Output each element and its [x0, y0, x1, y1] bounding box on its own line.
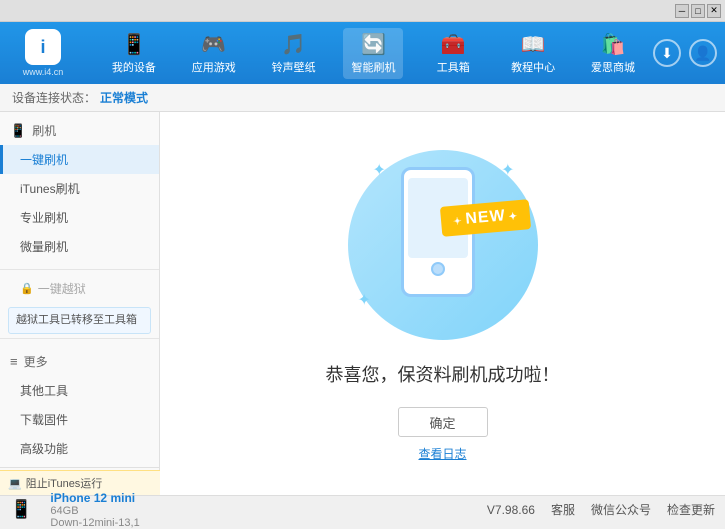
sidebar: 📱 刷机 一键刷机 iTunes刷机 专业刷机 微量刷机 🔒 [0, 112, 160, 495]
download-firmware-label: 下载固件 [20, 413, 68, 427]
nav-items: 📱 我的设备 🎮 应用游戏 🎵 铃声壁纸 🔄 智能刷机 🧰 工具箱 📖 [94, 28, 653, 79]
divider-2 [0, 338, 159, 339]
phone-home-btn [431, 262, 445, 276]
more-section-icon: ≡ [10, 354, 18, 369]
itunes-flash-label: iTunes刷机 [20, 182, 80, 196]
flash-section-icon: 📱 [10, 123, 26, 139]
my-device-icon: 📱 [121, 32, 146, 57]
close-btn[interactable]: ✕ [707, 4, 721, 18]
maximize-btn[interactable]: □ [691, 4, 705, 18]
jailbreak-section: 🔒 一键越狱 [0, 274, 159, 303]
nav-smart-flash[interactable]: 🔄 智能刷机 [343, 28, 403, 79]
divider-1 [0, 269, 159, 270]
jailbreak-notice: 越狱工具已转移至工具箱 [8, 307, 151, 334]
logo-char: i [40, 37, 45, 58]
sidebar-micro-flash[interactable]: 微量刷机 [0, 232, 159, 261]
jailbreak-notice-text: 越狱工具已转移至工具箱 [16, 314, 137, 326]
ringtone-icon: 🎵 [281, 32, 306, 57]
jailbreak-label: 一键越狱 [38, 280, 86, 297]
toolbox-icon: 🧰 [441, 32, 466, 57]
check-update-link[interactable]: 检查更新 [667, 501, 715, 518]
bottom-right: V7.98.66 客服 微信公众号 检查更新 [487, 501, 715, 518]
itunes-notice-text: 阻止iTunes运行 [26, 475, 103, 491]
nav-right: ⬇ 👤 [653, 39, 717, 67]
apps-games-label: 应用游戏 [192, 59, 236, 75]
more-section: ≡ 更多 其他工具 下载固件 高级功能 [0, 343, 159, 467]
customer-service-link[interactable]: 客服 [551, 501, 575, 518]
sidebar-advanced[interactable]: 高级功能 [0, 434, 159, 463]
status-bar: 设备连接状态： 正常模式 [0, 84, 725, 112]
status-label: 设备连接状态： [12, 89, 96, 106]
user-btn[interactable]: 👤 [689, 39, 717, 67]
nav-apps-games[interactable]: 🎮 应用游戏 [184, 28, 244, 79]
apps-games-icon: 🎮 [201, 32, 226, 57]
tutorials-label: 教程中心 [511, 59, 555, 75]
bottom-bar: 📱 iPhone 12 mini 64GB Down-12mini-13,1 V… [0, 495, 725, 523]
minimize-btn[interactable]: ─ [675, 4, 689, 18]
sidebar-download-firmware[interactable]: 下载固件 [0, 405, 159, 434]
more-section-label: 更多 [24, 353, 48, 370]
sparkle-3: ✦ [358, 290, 371, 310]
sidebar-pro-flash[interactable]: 专业刷机 [0, 203, 159, 232]
device-storage: 64GB [50, 505, 139, 517]
pro-flash-label: 专业刷机 [20, 211, 68, 225]
confirm-button[interactable]: 确定 [398, 407, 488, 437]
nav-tutorials[interactable]: 📖 教程中心 [503, 28, 563, 79]
content-wrapper: 📱 刷机 一键刷机 iTunes刷机 专业刷机 微量刷机 🔒 [0, 112, 725, 495]
version-text: V7.98.66 [487, 503, 535, 517]
nav-my-device[interactable]: 📱 我的设备 [104, 28, 164, 79]
nav-mall[interactable]: 🛍️ 爱思商城 [583, 28, 643, 79]
nav-ringtone[interactable]: 🎵 铃声壁纸 [264, 28, 324, 79]
sidebar-other-tools[interactable]: 其他工具 [0, 376, 159, 405]
lock-icon: 🔒 [20, 282, 34, 295]
more-section-title: ≡ 更多 [0, 347, 159, 376]
one-click-flash-label: 一键刷机 [20, 153, 68, 167]
nav-toolbox[interactable]: 🧰 工具箱 [423, 28, 483, 79]
itunes-notice-icon: 💻 [8, 477, 22, 490]
sidebar-one-click-flash[interactable]: 一键刷机 [0, 145, 159, 174]
mall-icon: 🛍️ [601, 32, 626, 57]
toolbox-label: 工具箱 [437, 59, 470, 75]
advanced-label: 高级功能 [20, 442, 68, 456]
logo-icon: i [25, 29, 61, 65]
top-nav: i www.i4.cn 📱 我的设备 🎮 应用游戏 🎵 铃声壁纸 🔄 智能刷机 [0, 22, 725, 84]
window-controls: ─ □ ✕ [675, 4, 721, 18]
wechat-link[interactable]: 微信公众号 [591, 501, 651, 518]
logo-area: i www.i4.cn [8, 29, 78, 77]
logo-url: www.i4.cn [23, 67, 64, 77]
device-name: iPhone 12 mini [50, 491, 139, 505]
view-log-link[interactable]: 查看日志 [418, 445, 466, 462]
download-btn[interactable]: ⬇ [653, 39, 681, 67]
flash-section-title: 📱 刷机 [0, 116, 159, 145]
smart-flash-label: 智能刷机 [351, 59, 395, 75]
ringtone-label: 铃声壁纸 [272, 59, 316, 75]
tutorials-icon: 📖 [521, 32, 546, 57]
status-value: 正常模式 [100, 89, 148, 106]
device-icon: 📱 [10, 499, 32, 520]
micro-flash-label: 微量刷机 [20, 240, 68, 254]
title-bar: ─ □ ✕ [0, 0, 725, 22]
smart-flash-icon: 🔄 [361, 32, 386, 57]
sidebar-itunes-flash[interactable]: iTunes刷机 [0, 174, 159, 203]
phone-illustration: NEW ✦ ✦ ✦ [343, 145, 543, 345]
other-tools-label: 其他工具 [20, 384, 68, 398]
success-text: 恭喜您，保资料刷机成功啦！ [326, 361, 560, 387]
my-device-label: 我的设备 [112, 59, 156, 75]
sparkle-2: ✦ [501, 160, 514, 180]
flash-section: 📱 刷机 一键刷机 iTunes刷机 专业刷机 微量刷机 [0, 112, 159, 265]
flash-section-label: 刷机 [32, 122, 56, 139]
mall-label: 爱思商城 [591, 59, 635, 75]
main-content: NEW ✦ ✦ ✦ 恭喜您，保资料刷机成功啦！ 确定 查看日志 [160, 112, 725, 495]
app-window: ─ □ ✕ i www.i4.cn 📱 我的设备 🎮 应用游戏 🎵 铃声壁纸 [0, 0, 725, 523]
sparkle-1: ✦ [373, 160, 386, 180]
